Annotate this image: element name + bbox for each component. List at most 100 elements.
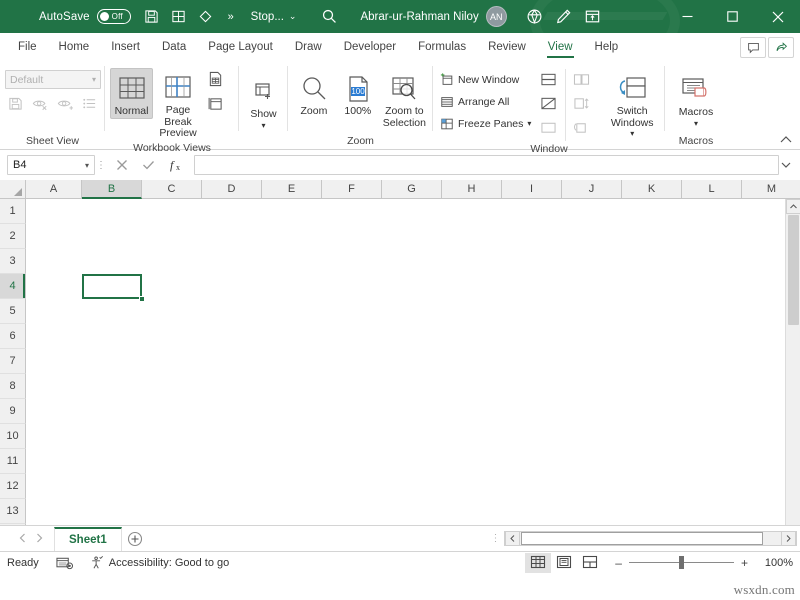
zoom-to-selection-button[interactable]: Zoom to Selection <box>381 69 428 129</box>
column-header-l[interactable]: L <box>682 180 742 199</box>
chevron-down-icon[interactable]: ▾ <box>261 122 265 130</box>
normal-view-button[interactable]: Normal <box>110 68 153 119</box>
row-header-5[interactable]: 5 <box>0 299 26 324</box>
row-header-10[interactable]: 10 <box>0 424 26 449</box>
minimize-button[interactable] <box>665 0 710 33</box>
scroll-left-button[interactable] <box>505 531 520 546</box>
formula-input[interactable] <box>194 155 779 175</box>
cell-area[interactable] <box>26 199 800 525</box>
column-header-f[interactable]: F <box>322 180 382 199</box>
insert-function-icon[interactable]: fx <box>162 155 189 175</box>
eraser-icon[interactable] <box>194 5 218 28</box>
zoom-level-label[interactable]: 100% <box>755 557 793 569</box>
maximize-button[interactable] <box>710 0 755 33</box>
close-button[interactable] <box>755 0 800 33</box>
zoom-button[interactable]: Zoom <box>293 69 335 118</box>
page-layout-view-button[interactable] <box>203 70 227 92</box>
scroll-resize-grip[interactable]: ⋮ <box>488 533 504 544</box>
horizontal-scrollbar[interactable] <box>504 531 797 546</box>
column-header-g[interactable]: G <box>382 180 442 199</box>
sheet-view-select[interactable]: Default ▾ <box>5 70 101 89</box>
sheet-view-options-icon[interactable] <box>82 96 97 116</box>
tab-draw[interactable]: Draw <box>284 33 333 61</box>
zoom-out-button[interactable]: – <box>615 556 622 570</box>
document-title[interactable]: Stop... ⌄ <box>251 11 297 23</box>
active-cell-selection[interactable] <box>82 274 142 299</box>
formula-bar-grip[interactable]: ⋮ <box>95 160 108 171</box>
row-header-12[interactable]: 12 <box>0 474 26 499</box>
fill-handle[interactable] <box>139 296 145 302</box>
row-header-14[interactable]: 14 <box>0 524 26 525</box>
row-header-9[interactable]: 9 <box>0 399 26 424</box>
split-button[interactable] <box>536 71 560 93</box>
chevron-down-icon[interactable]: ▾ <box>694 120 698 128</box>
tab-developer[interactable]: Developer <box>333 33 407 61</box>
pen-icon[interactable] <box>550 4 578 29</box>
cancel-icon[interactable] <box>108 155 135 175</box>
zoom-slider-thumb[interactable] <box>679 556 684 569</box>
show-button[interactable]: Show ▾ <box>244 72 283 130</box>
accessibility-status[interactable]: Accessibility: Good to go <box>90 556 229 570</box>
zoom-in-button[interactable]: + <box>741 556 748 570</box>
tab-review[interactable]: Review <box>477 33 537 61</box>
chevron-down-icon[interactable]: ⌄ <box>289 11 297 22</box>
chevron-down-icon[interactable]: ▾ <box>85 161 89 170</box>
next-sheet-icon[interactable] <box>35 530 44 548</box>
record-macro-button[interactable] <box>56 556 73 570</box>
column-header-b[interactable]: B <box>82 180 142 199</box>
column-header-k[interactable]: K <box>622 180 682 199</box>
tab-page-layout[interactable]: Page Layout <box>197 33 284 61</box>
row-header-13[interactable]: 13 <box>0 499 26 524</box>
zoom-slider[interactable] <box>629 557 734 569</box>
switch-windows-button[interactable]: Switch Windows ▾ <box>604 69 660 138</box>
horizontal-scrollbar-thumb[interactable] <box>521 532 763 545</box>
macros-button[interactable]: Macros ▾ <box>670 70 722 128</box>
tab-home[interactable]: Home <box>48 33 101 61</box>
name-box[interactable]: B4 ▾ <box>7 155 95 175</box>
freeze-panes-button[interactable]: Freeze Panes ▾ <box>438 113 533 134</box>
row-header-7[interactable]: 7 <box>0 349 26 374</box>
unhide-window-button[interactable] <box>536 119 560 141</box>
row-header-8[interactable]: 8 <box>0 374 26 399</box>
tab-file[interactable]: File <box>7 33 48 61</box>
exit-sheet-view-icon[interactable] <box>32 96 48 116</box>
column-header-c[interactable]: C <box>142 180 202 199</box>
tab-formulas[interactable]: Formulas <box>407 33 477 61</box>
column-header-m[interactable]: M <box>742 180 800 199</box>
previous-sheet-icon[interactable] <box>18 530 27 548</box>
vertical-scrollbar[interactable] <box>785 199 800 525</box>
row-header-4[interactable]: 4 <box>0 274 26 299</box>
tab-help[interactable]: Help <box>584 33 630 61</box>
column-header-i[interactable]: I <box>502 180 562 199</box>
tab-insert[interactable]: Insert <box>100 33 151 61</box>
new-sheet-view-icon[interactable] <box>57 96 73 116</box>
chevron-down-icon[interactable]: ▾ <box>630 130 634 138</box>
normal-view-button[interactable] <box>525 553 551 573</box>
view-side-by-side-button[interactable] <box>569 71 593 93</box>
avatar[interactable]: AN <box>486 6 507 27</box>
row-header-6[interactable]: 6 <box>0 324 26 349</box>
sheet-tab-sheet1[interactable]: Sheet1 <box>54 527 122 551</box>
share-icon[interactable] <box>768 37 794 58</box>
column-header-j[interactable]: J <box>562 180 622 199</box>
tab-data[interactable]: Data <box>151 33 197 61</box>
ribbon-display-options-icon[interactable] <box>579 4 607 29</box>
scroll-up-button[interactable] <box>786 199 800 214</box>
tab-view[interactable]: View <box>537 33 584 61</box>
qat-more-icon[interactable]: » <box>221 11 241 23</box>
row-header-3[interactable]: 3 <box>0 249 26 274</box>
comment-icon[interactable] <box>740 37 766 58</box>
row-header-2[interactable]: 2 <box>0 224 26 249</box>
grid-icon[interactable] <box>167 5 191 28</box>
collapse-ribbon-icon[interactable] <box>778 131 794 147</box>
save-icon[interactable] <box>140 5 164 28</box>
column-header-d[interactable]: D <box>202 180 262 199</box>
synchronous-scrolling-button[interactable] <box>569 95 593 117</box>
arrange-all-button[interactable]: Arrange All <box>438 91 533 112</box>
page-break-preview-button[interactable]: Page Break Preview <box>154 68 202 140</box>
confirm-check-icon[interactable] <box>135 155 162 175</box>
save-sheet-view-icon[interactable] <box>8 96 23 116</box>
column-header-h[interactable]: H <box>442 180 502 199</box>
row-header-1[interactable]: 1 <box>0 199 26 224</box>
page-layout-view-button[interactable] <box>551 553 577 573</box>
